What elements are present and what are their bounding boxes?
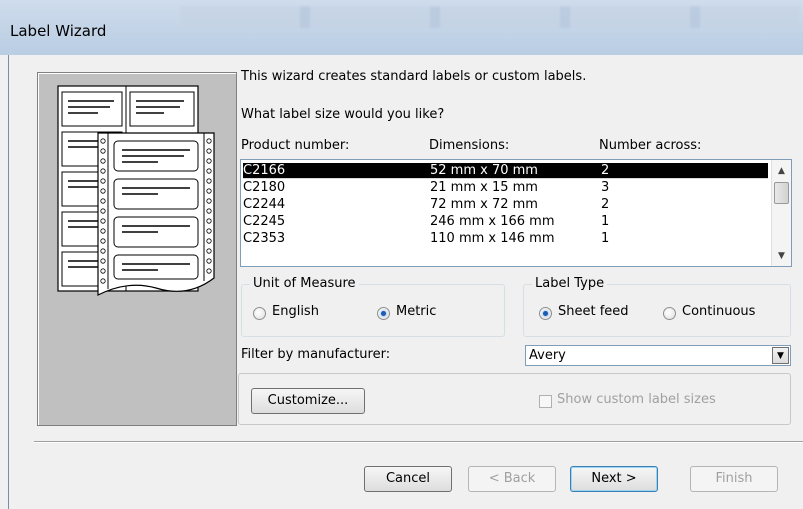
- product-number: C2353: [243, 231, 286, 246]
- unit-of-measure-legend: Unit of Measure: [250, 276, 359, 291]
- label-wizard-window: Label Wizard This wizard creates standar…: [0, 0, 803, 509]
- dimensions: 110 mm x 146 mm: [430, 231, 555, 246]
- dimensions: 72 mm x 72 mm: [430, 197, 538, 212]
- product-number: C2244: [243, 197, 286, 212]
- number-across: 3: [601, 180, 610, 195]
- dropdown-arrow-icon[interactable]: ▼: [772, 347, 789, 364]
- question-text: What label size would you like?: [241, 107, 445, 122]
- customize-button[interactable]: Customize...: [251, 388, 365, 414]
- manufacturer-select[interactable]: Avery ▼: [525, 345, 791, 366]
- list-item[interactable]: C2245 246 mm x 166 mm 1: [243, 214, 768, 230]
- separator: [34, 441, 803, 443]
- cancel-button[interactable]: Cancel: [364, 466, 452, 492]
- wizard-content: This wizard creates standard labels or c…: [8, 55, 803, 509]
- number-across: 1: [601, 214, 610, 229]
- sheet-feed-label[interactable]: Sheet feed: [558, 304, 629, 319]
- filter-label: Filter by manufacturer:: [241, 347, 391, 362]
- column-header-dimensions: Dimensions:: [429, 138, 510, 153]
- english-radio[interactable]: [253, 307, 266, 320]
- back-button[interactable]: < Back: [468, 466, 556, 492]
- scroll-thumb[interactable]: [774, 182, 789, 204]
- window-title: Label Wizard: [10, 22, 107, 40]
- title-bar: Label Wizard: [0, 0, 803, 55]
- labels-illustration-icon: [57, 85, 215, 296]
- intro-text: This wizard creates standard labels or c…: [241, 69, 587, 84]
- show-custom-sizes-label[interactable]: Show custom label sizes: [557, 392, 716, 407]
- scroll-down-icon[interactable]: ▼: [772, 248, 791, 264]
- product-number: C2245: [243, 214, 286, 229]
- scroll-up-icon[interactable]: ▲: [772, 163, 791, 179]
- sheet-feed-radio[interactable]: [539, 307, 552, 320]
- list-scrollbar[interactable]: ▲ ▼: [771, 160, 791, 266]
- label-size-list[interactable]: C2166 52 mm x 70 mm 2 C2180 21 mm x 15 m…: [240, 159, 792, 267]
- number-across: 2: [601, 163, 610, 178]
- dimensions: 21 mm x 15 mm: [430, 180, 538, 195]
- list-item[interactable]: C2166 52 mm x 70 mm 2: [243, 163, 768, 179]
- background-tabs: [180, 6, 800, 28]
- metric-radio[interactable]: [377, 307, 390, 320]
- product-number: C2166: [243, 163, 286, 178]
- continuous-radio[interactable]: [663, 307, 676, 320]
- manufacturer-value: Avery: [529, 348, 566, 363]
- number-across: 1: [601, 231, 610, 246]
- number-across: 2: [601, 197, 610, 212]
- column-header-product: Product number:: [241, 138, 350, 153]
- next-button[interactable]: Next >: [570, 466, 658, 492]
- metric-label[interactable]: Metric: [396, 304, 436, 319]
- row-divider: [243, 178, 768, 179]
- dimensions: 52 mm x 70 mm: [430, 163, 538, 178]
- list-item[interactable]: C2353 110 mm x 146 mm 1: [243, 231, 768, 247]
- continuous-label[interactable]: Continuous: [682, 304, 755, 319]
- english-label[interactable]: English: [272, 304, 319, 319]
- finish-button[interactable]: Finish: [690, 466, 778, 492]
- list-item[interactable]: C2244 72 mm x 72 mm 2: [243, 197, 768, 213]
- product-number: C2180: [243, 180, 286, 195]
- list-item[interactable]: C2180 21 mm x 15 mm 3: [243, 180, 768, 196]
- label-illustration-panel: [37, 72, 237, 426]
- column-header-across: Number across:: [599, 138, 702, 153]
- label-type-legend: Label Type: [532, 276, 608, 291]
- show-custom-sizes-checkbox[interactable]: [539, 395, 552, 408]
- dimensions: 246 mm x 166 mm: [430, 214, 555, 229]
